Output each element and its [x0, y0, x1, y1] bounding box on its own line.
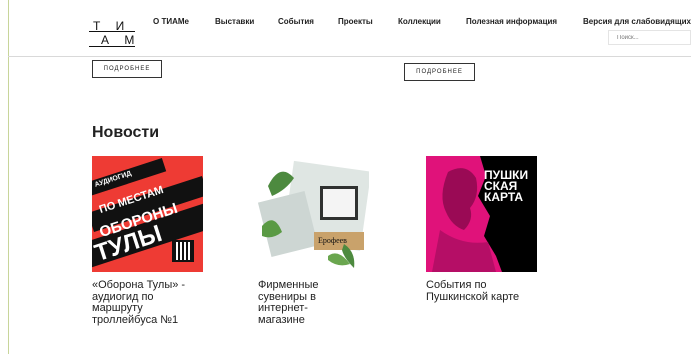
nav-item-exhibitions[interactable]: Выставки — [215, 17, 254, 26]
caption-line: магазине — [258, 313, 305, 326]
site-header: Т И А М О ТИАМе Выставки События Проекты… — [0, 0, 691, 56]
image-text: Ерофеев — [318, 236, 347, 245]
nav-item-projects[interactable]: Проекты — [338, 17, 373, 26]
site-logo[interactable]: Т И А М — [89, 18, 137, 47]
search-input[interactable] — [608, 30, 691, 45]
more-button-right[interactable]: ПОДРОБНЕЕ — [404, 63, 475, 81]
nav-item-useful-info[interactable]: Полезная информация — [466, 17, 557, 26]
caption-line: «Оборона Тулы» - — [92, 279, 186, 291]
caption-line: Пушкинской карте — [426, 290, 520, 303]
caption-line: События по — [426, 279, 487, 291]
caption-line: троллейбуса №1 — [92, 313, 179, 326]
news-image-defense-tula[interactable]: АУДИОГИД ПО МЕСТАМ ОБОРОНЫ ТУЛЫ — [92, 156, 203, 272]
caption-line: интернет- — [258, 302, 308, 314]
souvenirs-illustration — [258, 160, 369, 268]
caption-line: маршруту — [92, 302, 143, 314]
news-image-pushkin-card[interactable]: ПУШКИ СКАЯ КАРТА — [426, 156, 537, 272]
image-text: КАРТА — [484, 190, 524, 204]
image-text-block: ПУШКИ СКАЯ КАРТА — [484, 169, 528, 204]
header-divider — [8, 56, 691, 57]
nav-item-about[interactable]: О ТИАМе — [153, 17, 189, 26]
logo-underline — [89, 46, 135, 47]
logo-divider — [89, 31, 135, 32]
news-caption-2[interactable]: Фирменные сувениры в интернет- магазине — [258, 279, 319, 326]
news-section-title: Новости — [92, 124, 160, 141]
qr-code-icon — [172, 240, 194, 262]
news-caption-3[interactable]: События по Пушкинской карте — [426, 279, 520, 303]
nav-item-events[interactable]: События — [278, 17, 314, 26]
news-image-souvenirs[interactable]: Ерофеев — [258, 156, 369, 272]
nav-item-collections[interactable]: Коллекции — [398, 17, 441, 26]
news-caption-1[interactable]: «Оборона Тулы» - аудиогид по маршруту тр… — [92, 279, 186, 326]
logo-row-bottom: А М — [101, 33, 141, 47]
caption-line: Фирменные — [258, 279, 319, 291]
more-button-left[interactable]: ПОДРОБНЕЕ — [92, 60, 162, 78]
nav-item-accessible-version[interactable]: Версия для слабовидящих — [583, 17, 691, 26]
